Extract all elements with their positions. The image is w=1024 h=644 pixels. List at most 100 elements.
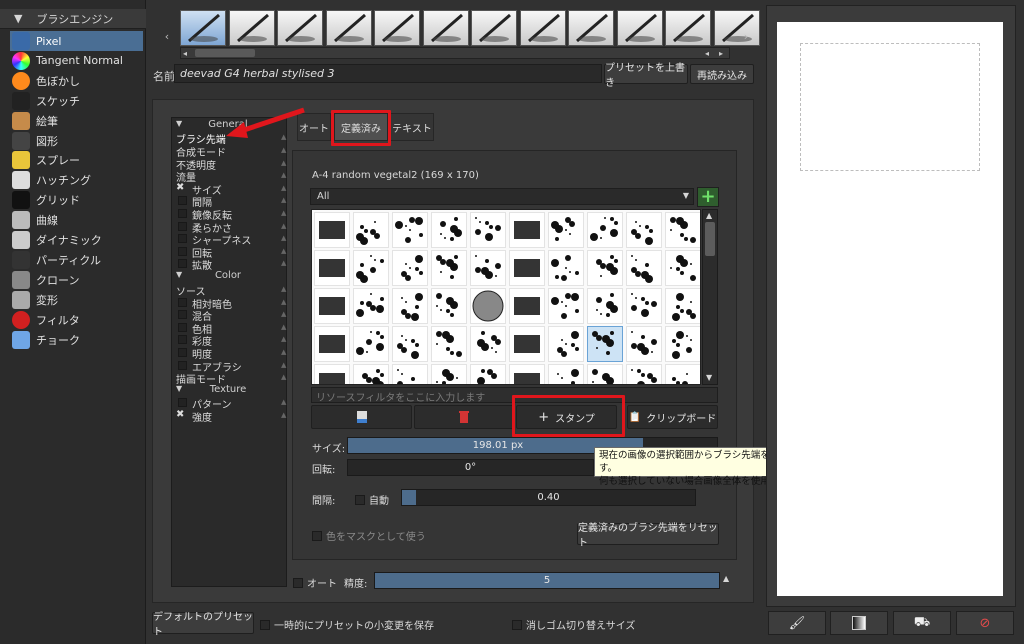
brush-tip-cell[interactable] [626,326,662,362]
brush-tip-cell[interactable] [431,364,467,384]
engine-item[interactable]: Tangent Normal [10,51,143,71]
reset-tip-button[interactable]: 定義済みのブラシ先端をリセット [577,523,719,549]
options-section-header[interactable]: ▼ Color [172,270,284,281]
brush-tip-cell[interactable] [314,212,350,248]
enabled-x-icon[interactable]: ✖ [176,409,184,420]
enabled-x-icon[interactable]: ✖ [176,182,184,193]
spacing-slider[interactable]: 0.40 [401,489,696,506]
brush-tip-cell[interactable] [548,288,584,324]
brush-tip-cell[interactable] [431,212,467,248]
option-checkbox[interactable] [178,234,187,244]
options-section-header[interactable]: ▼ Texture [172,384,284,395]
option-checkbox[interactable] [178,196,187,206]
brush-tip-cell[interactable] [353,326,389,362]
clipboard-button[interactable]: 📋 クリップボード [627,405,718,429]
spacing-auto-checkbox[interactable]: 自動 [355,492,389,507]
scroll-thumb[interactable] [705,222,715,256]
brush-preset-thumb[interactable] [519,10,566,46]
option-checkbox[interactable] [178,221,187,231]
engine-header[interactable]: ▼ ブラシエンジン [0,9,146,29]
brush-tip-cell[interactable] [431,250,467,286]
option-checkbox[interactable] [178,322,187,332]
tip-grid-scrollbar[interactable]: ▲ ▼ [702,209,718,385]
brush-tip-cell[interactable] [353,250,389,286]
mask-checkbox[interactable]: 色をマスクとして使う [312,528,426,543]
brush-preset-thumb[interactable] [568,10,614,46]
brush-tip-cell[interactable] [392,326,428,362]
engine-item[interactable]: ダイナミック [10,230,143,250]
precision-spin-icon[interactable]: ▲ [723,574,729,583]
scroll-right-icon[interactable]: ▸ [719,49,723,58]
brush-tip-cell[interactable] [431,326,467,362]
preset-strip-scrollbar[interactable]: ◂ ◂ ▸ [180,47,730,59]
brush-tip-cell[interactable] [665,288,700,324]
brush-tip-cell[interactable] [626,364,662,384]
option-checkbox[interactable] [178,259,187,269]
scroll-left2-icon[interactable]: ◂ [705,49,709,58]
checkbox-box[interactable] [512,620,522,630]
option-checkbox[interactable] [178,310,187,320]
engine-item[interactable]: 曲線 [10,210,143,230]
brush-tip-cell[interactable] [509,212,545,248]
brush-tip-cell[interactable] [392,212,428,248]
option-checkbox[interactable] [178,398,187,407]
brush-preset-thumb[interactable] [616,10,663,46]
brush-tip-cell[interactable] [509,288,545,324]
eraser-switch-checkbox[interactable]: 消しゴム切り替えサイズ [512,617,635,632]
brush-tip-cell[interactable] [665,364,700,384]
engine-item[interactable]: スプレー [10,150,143,170]
option-checkbox[interactable] [178,360,187,370]
collapse-triangle-icon[interactable]: ▼ [176,270,182,279]
engine-item[interactable]: 絵筆 [10,111,143,131]
collapse-triangle-icon[interactable]: ▼ [14,12,22,25]
engine-item[interactable]: スケッチ [10,91,143,111]
scroll-left-icon[interactable]: ◂ [183,49,191,58]
brush-tip-cell[interactable] [548,212,584,248]
scroll-down-icon[interactable]: ▼ [706,373,712,382]
brush-tip-cell[interactable] [470,250,506,286]
brush-tip-cell[interactable] [587,212,623,248]
brush-tip-cell[interactable] [470,212,506,248]
strip-prev-arrow-icon[interactable]: ‹ [160,30,174,44]
brush-preset-thumb[interactable] [180,10,226,46]
brush-tip-cell[interactable] [509,326,545,362]
brush-tip-cell[interactable] [626,250,662,286]
brush-tip-cell[interactable] [587,288,623,324]
brush-tip-cell[interactable] [314,326,350,362]
brush-tip-cell[interactable] [314,250,350,286]
brush-tip-cell[interactable] [314,288,350,324]
brush-preset-thumb[interactable] [325,10,372,46]
engine-item[interactable]: Pixel [10,31,143,51]
engine-item[interactable]: ハッチング [10,170,143,190]
brush-tip-cell[interactable] [587,250,623,286]
add-tag-plus-icon[interactable]: + [697,187,719,207]
brush-tip-cell[interactable] [626,212,662,248]
auto-checkbox[interactable]: オート [293,575,337,590]
brush-tip-cell[interactable] [392,364,428,384]
fill-gradient-button[interactable] [830,611,888,635]
brush-tip-cell[interactable] [353,364,389,384]
brush-tip-cell[interactable] [470,364,506,384]
default-preset-button[interactable]: デフォルトのプリセット [152,612,254,638]
reload-preset-button[interactable]: 再読み込み [690,64,754,84]
clear-scratchpad-button[interactable]: ⊘ [956,611,1014,635]
tab-text[interactable]: テキスト [390,113,434,141]
engine-item[interactable]: 色ぼかし [10,71,143,91]
brush-tip-cell[interactable] [665,212,700,248]
engine-item[interactable]: パーティクル [10,250,143,270]
brush-preset-thumb[interactable] [665,10,711,46]
brush-tip-cell[interactable] [665,326,700,362]
chevron-down-icon[interactable]: ▼ [683,191,689,200]
brush-tip-cell[interactable] [626,288,662,324]
preset-name-field[interactable]: deevad G4 herbal stylised 3 [174,64,602,83]
brush-tip-cell[interactable] [314,364,350,384]
brush-tip-cell[interactable] [548,364,584,384]
brush-tip-cell[interactable] [392,288,428,324]
rotation-slider[interactable]: 0° [347,459,594,476]
import-button[interactable] [311,405,412,429]
brush-tip-cell[interactable] [509,250,545,286]
option-checkbox[interactable] [178,297,187,307]
engine-item[interactable]: 図形 [10,131,143,151]
engine-item[interactable]: グリッド [10,190,143,210]
brush-tip-cell[interactable] [392,250,428,286]
